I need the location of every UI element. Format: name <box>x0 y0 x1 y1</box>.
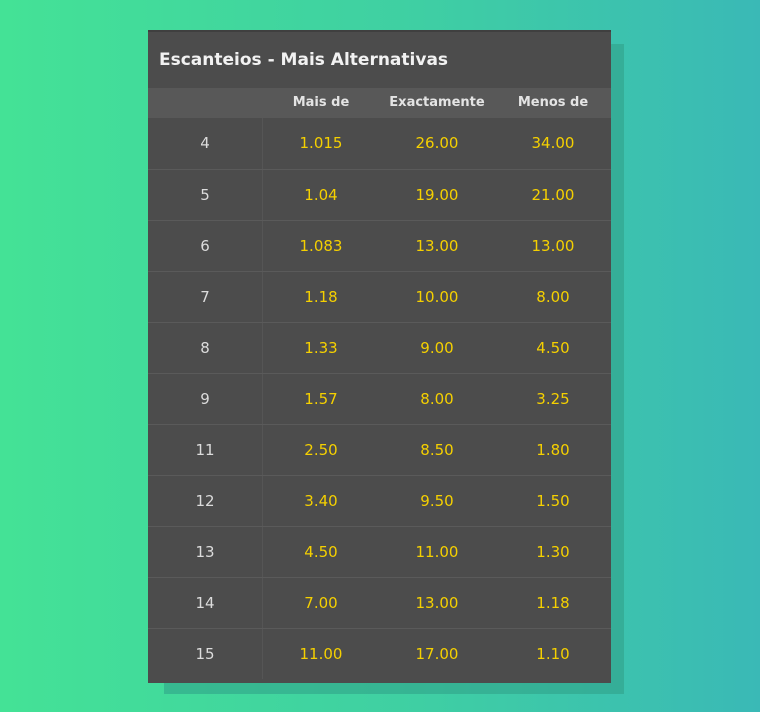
line-value: 4 <box>148 118 263 169</box>
table-row: 11 2.50 8.50 1.80 <box>148 424 611 475</box>
odd-exact[interactable]: 13.00 <box>379 578 495 628</box>
odd-over[interactable]: 2.50 <box>263 425 379 475</box>
odd-exact[interactable]: 9.00 <box>379 323 495 373</box>
odd-under[interactable]: 1.18 <box>495 578 611 628</box>
odd-exact[interactable]: 19.00 <box>379 170 495 220</box>
odd-over[interactable]: 1.083 <box>263 221 379 271</box>
odd-under[interactable]: 13.00 <box>495 221 611 271</box>
odd-under[interactable]: 3.25 <box>495 374 611 424</box>
odd-exact[interactable]: 9.50 <box>379 476 495 526</box>
market-title: Escanteios - Mais Alternativas <box>159 50 449 70</box>
odd-exact[interactable]: 8.00 <box>379 374 495 424</box>
odd-under[interactable]: 21.00 <box>495 170 611 220</box>
line-value: 14 <box>148 578 263 628</box>
odd-under[interactable]: 1.10 <box>495 629 611 679</box>
table-row: 8 1.33 9.00 4.50 <box>148 322 611 373</box>
odd-exact[interactable]: 10.00 <box>379 272 495 322</box>
table-row: 4 1.015 26.00 34.00 <box>148 118 611 169</box>
odd-under[interactable]: 4.50 <box>495 323 611 373</box>
odd-under[interactable]: 1.50 <box>495 476 611 526</box>
odd-over[interactable]: 1.015 <box>263 118 379 169</box>
table-header: Mais de Exactamente Menos de <box>148 88 611 118</box>
table-row: 14 7.00 13.00 1.18 <box>148 577 611 628</box>
header-over: Mais de <box>292 95 350 110</box>
line-value: 15 <box>148 629 263 679</box>
header-line <box>148 88 263 118</box>
odd-over[interactable]: 1.57 <box>263 374 379 424</box>
line-value: 12 <box>148 476 263 526</box>
line-value: 8 <box>148 323 263 373</box>
line-value: 9 <box>148 374 263 424</box>
line-value: 13 <box>148 527 263 577</box>
header-under: Menos de <box>517 95 589 110</box>
line-value: 11 <box>148 425 263 475</box>
odd-over[interactable]: 1.04 <box>263 170 379 220</box>
odd-under[interactable]: 1.30 <box>495 527 611 577</box>
odd-over[interactable]: 11.00 <box>263 629 379 679</box>
odd-exact[interactable]: 17.00 <box>379 629 495 679</box>
odd-over[interactable]: 1.18 <box>263 272 379 322</box>
line-value: 6 <box>148 221 263 271</box>
line-value: 7 <box>148 272 263 322</box>
odd-exact[interactable]: 8.50 <box>379 425 495 475</box>
table-row: 7 1.18 10.00 8.00 <box>148 271 611 322</box>
odd-over[interactable]: 3.40 <box>263 476 379 526</box>
odd-over[interactable]: 1.33 <box>263 323 379 373</box>
odds-market-card: Escanteios - Mais Alternativas Mais de E… <box>148 30 611 683</box>
odds-table-body: 4 1.015 26.00 34.00 5 1.04 19.00 21.00 6… <box>148 118 611 679</box>
table-row: 12 3.40 9.50 1.50 <box>148 475 611 526</box>
odd-over[interactable]: 4.50 <box>263 527 379 577</box>
table-row: 13 4.50 11.00 1.30 <box>148 526 611 577</box>
odd-under[interactable]: 1.80 <box>495 425 611 475</box>
table-row: 6 1.083 13.00 13.00 <box>148 220 611 271</box>
odd-under[interactable]: 8.00 <box>495 272 611 322</box>
table-row: 9 1.57 8.00 3.25 <box>148 373 611 424</box>
odd-under[interactable]: 34.00 <box>495 118 611 169</box>
line-value: 5 <box>148 170 263 220</box>
table-row: 5 1.04 19.00 21.00 <box>148 169 611 220</box>
header-exact: Exactamente <box>389 95 485 110</box>
odd-over[interactable]: 7.00 <box>263 578 379 628</box>
odd-exact[interactable]: 11.00 <box>379 527 495 577</box>
table-row: 15 11.00 17.00 1.10 <box>148 628 611 679</box>
odd-exact[interactable]: 13.00 <box>379 221 495 271</box>
odd-exact[interactable]: 26.00 <box>379 118 495 169</box>
